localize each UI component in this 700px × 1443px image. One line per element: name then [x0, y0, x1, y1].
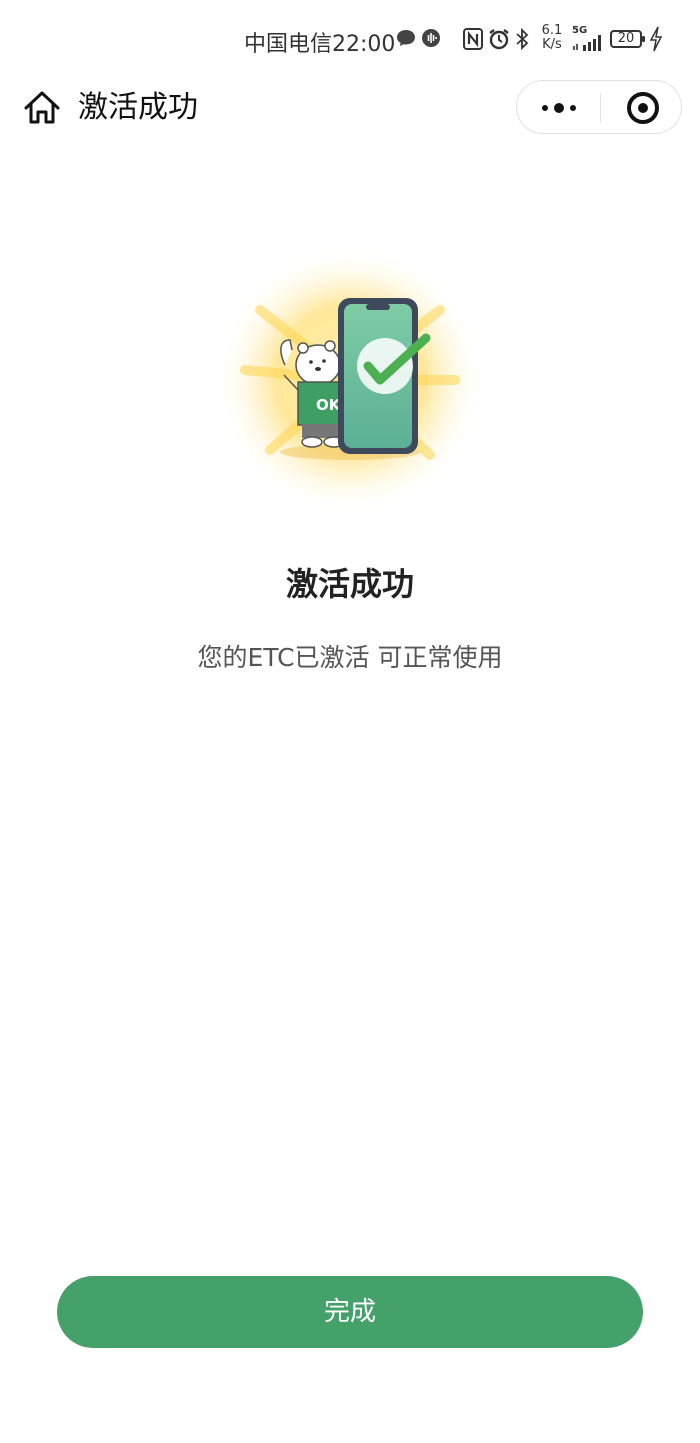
- done-button[interactable]: 完成: [57, 1276, 643, 1348]
- page-title: 激活成功: [78, 90, 198, 125]
- alarm-icon: [489, 29, 509, 50]
- network-speed-value: 6.1: [541, 23, 563, 38]
- mini-program-capsule: [516, 80, 682, 134]
- close-target-icon: [627, 92, 659, 124]
- more-button[interactable]: [517, 81, 600, 135]
- carrier-name: 中国电信: [244, 32, 333, 57]
- activation-success-illustration: OK: [215, 245, 485, 515]
- battery-indicator: 20: [610, 30, 645, 48]
- nfc-icon: [463, 28, 483, 50]
- home-icon: [24, 91, 60, 124]
- bluetooth-icon: [516, 28, 529, 50]
- message-icon: [397, 30, 415, 46]
- navigation-bar: 激活成功: [0, 78, 700, 138]
- network-speed-unit: K/s: [542, 37, 562, 52]
- charging-icon: [649, 26, 663, 52]
- voice-icon: [422, 29, 440, 47]
- home-button[interactable]: [22, 88, 62, 128]
- status-bar: 中国电信22:00 6.1 K/s 5G 20: [0, 22, 700, 62]
- clock-time: 22:00: [332, 32, 396, 57]
- phone-device: [338, 298, 431, 454]
- close-button[interactable]: [601, 81, 683, 135]
- result-subtitle: 您的ETC已激活 可正常使用: [197, 643, 503, 672]
- signal-icon: [573, 35, 601, 51]
- carrier-and-time: 中国电信22:00: [244, 26, 395, 58]
- ok-badge-text: OK: [316, 396, 342, 414]
- network-speed: 6.1 K/s: [540, 24, 564, 52]
- result-title: 激活成功: [285, 565, 414, 603]
